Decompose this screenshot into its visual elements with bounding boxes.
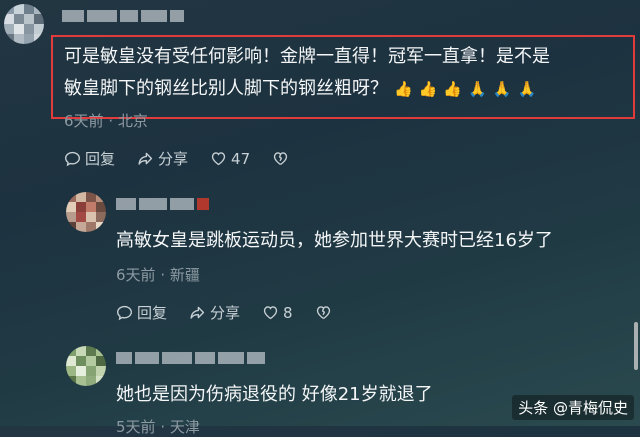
watermark: 头条 @青梅侃史 xyxy=(512,395,634,420)
comment-time: 5天前 xyxy=(116,418,156,436)
comment-actions: 回复 分享 47 xyxy=(64,148,311,169)
comment-text: 高敏女皇是跳板运动员，她参加世界大赛时已经16岁了 xyxy=(116,230,553,251)
share-button[interactable]: 分享 xyxy=(189,302,240,323)
thumbs-up-icon: 👍 xyxy=(418,80,438,98)
meta-separator: · xyxy=(160,266,170,284)
username-redacted xyxy=(62,10,184,22)
heart-icon xyxy=(263,306,278,320)
comment-text-line1: 可是敏皇没有受任何影响！金牌一直得！冠军一直拿！是不是 xyxy=(64,46,550,67)
comment-location: 北京 xyxy=(117,112,148,130)
reply-button[interactable]: 回复 xyxy=(116,302,167,323)
like-button[interactable]: 47 xyxy=(210,150,250,168)
thumbs-up-icon: 👍 xyxy=(443,80,463,98)
share-label: 分享 xyxy=(210,304,241,322)
dislike-button[interactable] xyxy=(315,304,332,321)
comment-meta: 6天前 · 新疆 xyxy=(116,264,200,285)
reply-button[interactable]: 回复 xyxy=(64,148,115,169)
comment-location: 新疆 xyxy=(169,266,200,284)
like-count: 8 xyxy=(283,303,293,322)
username-redacted xyxy=(116,352,265,364)
pray-icon: 🙏 xyxy=(517,80,537,98)
comment-actions: 回复 分享 8 xyxy=(116,302,354,323)
reply-label: 回复 xyxy=(85,150,116,168)
comment-time: 6天前 xyxy=(116,266,156,284)
reply-label: 回复 xyxy=(137,304,168,322)
comment-location: 天津 xyxy=(169,418,200,436)
comment-text-line2-content: 敏皇脚下的钢丝比别人脚下的钢丝粗呀？ xyxy=(64,78,388,99)
comment-meta: 6天前 · 北京 xyxy=(64,110,148,131)
pray-icon: 🙏 xyxy=(492,80,512,98)
comment-time: 6天前 xyxy=(64,112,104,130)
broken-heart-icon xyxy=(273,152,288,166)
avatar[interactable] xyxy=(66,346,106,386)
share-icon xyxy=(138,152,153,165)
reply-icon xyxy=(65,151,80,167)
share-button[interactable]: 分享 xyxy=(137,148,188,169)
meta-separator: · xyxy=(108,112,118,130)
pray-icon: 🙏 xyxy=(468,80,487,98)
meta-separator: · xyxy=(160,418,170,436)
share-label: 分享 xyxy=(158,150,189,168)
broken-heart-icon xyxy=(316,306,330,320)
thumbs-up-icon: 👍 xyxy=(394,80,413,98)
comment-text-line2: 敏皇脚下的钢丝比别人脚下的钢丝粗呀？ 👍 👍 👍 🙏 🙏 🙏 xyxy=(64,74,536,104)
scrollbar[interactable] xyxy=(634,322,638,370)
avatar[interactable] xyxy=(66,192,106,232)
reply-icon xyxy=(117,305,132,321)
like-count: 47 xyxy=(231,149,251,168)
comment-meta: 5天前 · 天津 xyxy=(116,416,200,437)
username-redacted xyxy=(116,198,209,210)
like-button[interactable]: 8 xyxy=(262,304,293,322)
dislike-button[interactable] xyxy=(272,150,289,167)
avatar[interactable] xyxy=(4,4,44,44)
comment-text: 她也是因为伤病退役的 好像21岁就退了 xyxy=(116,384,433,405)
heart-icon xyxy=(211,152,226,166)
share-icon xyxy=(190,306,205,319)
